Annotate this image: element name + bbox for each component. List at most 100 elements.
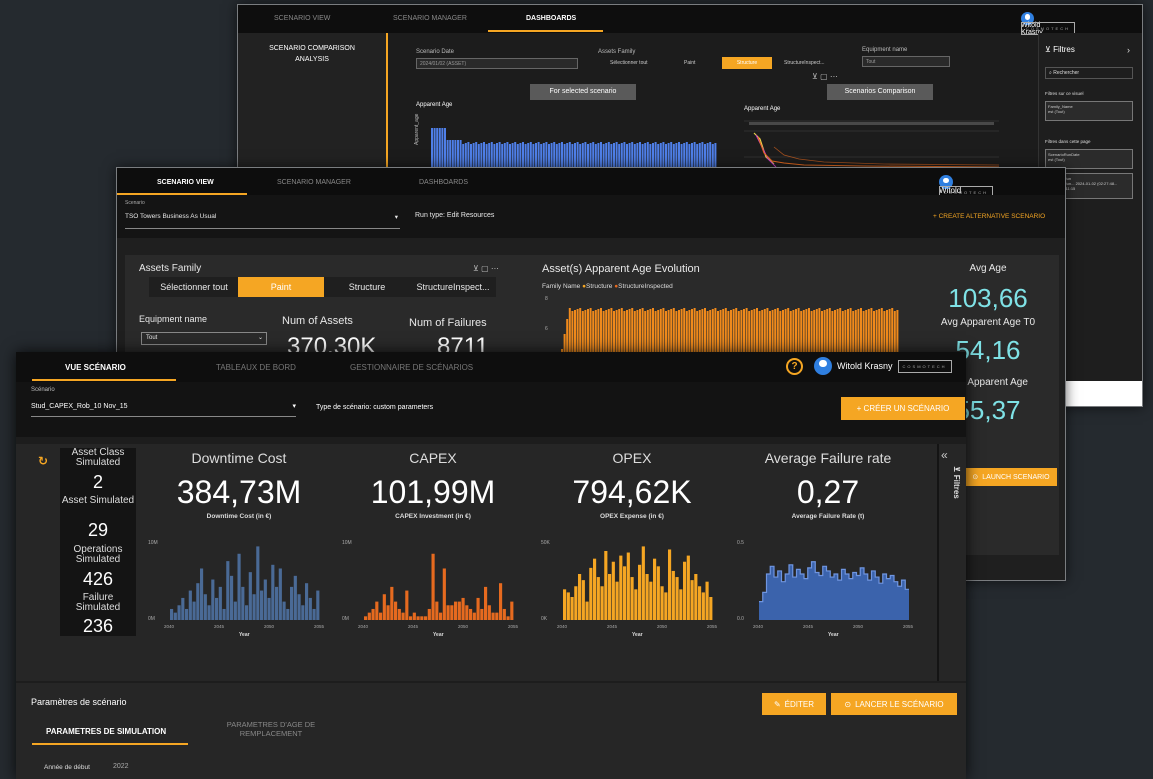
bar (260, 590, 264, 620)
family-option-paint[interactable]: Paint (678, 57, 702, 69)
bar (558, 143, 561, 170)
launch-scenario-button[interactable]: ⊙ LANCER LE SCÉNARIO (831, 693, 957, 715)
bar (293, 575, 297, 620)
kpi-chart: 10M 0M 2040 2045 2050 2055 Year (148, 540, 325, 638)
bar (196, 583, 200, 620)
edit-button[interactable]: ✎ ÉDITER (762, 693, 826, 715)
equipment-dropdown[interactable]: Tout (862, 56, 950, 67)
tab-replacement-age-params[interactable]: PARAMETRES D'AGE DE REMPLACEMENT (216, 720, 326, 738)
filtres-toggle[interactable]: ⊻ Filtres (952, 466, 961, 499)
bar (483, 142, 485, 170)
tab-scenario-manager[interactable]: SCENARIO MANAGER (277, 179, 351, 186)
bar (438, 128, 441, 170)
launch-scenario-button[interactable]: ⊙ LAUNCH SCENARIO (965, 468, 1057, 486)
filter-card-family[interactable]: Family_Name est (Tout) (1045, 101, 1133, 121)
tab-simulation-params[interactable]: PARAMETRES DE SIMULATION (46, 727, 166, 736)
bar (630, 577, 634, 620)
legend-item-structure: Structure (586, 283, 613, 290)
edit-label: ÉDITER (784, 699, 815, 709)
bar (177, 605, 181, 620)
dashboard-item-comparison[interactable]: SCENARIO COMPARISON ANALYSIS (238, 43, 386, 65)
bar (709, 597, 713, 620)
kpi-value: 0,27 (796, 474, 860, 510)
tab-scenario-view[interactable]: SCENARIO VIEW (274, 15, 330, 22)
create-scenario-button[interactable]: + CRÉER UN SCÉNARIO (841, 397, 965, 420)
tab-dashboards[interactable]: DASHBOARDS (419, 179, 468, 186)
collapse-chevron-icon[interactable]: › (1127, 45, 1130, 55)
equipment-dropdown[interactable]: Tout ⌄ (141, 332, 267, 345)
tab-vue-scenario[interactable]: VUE SCÉNARIO (65, 363, 126, 372)
help-icon[interactable]: ? (786, 357, 803, 375)
bar (237, 553, 241, 620)
bar (645, 574, 649, 620)
family-option-structure-inspected[interactable]: StructureInspect... (778, 57, 831, 69)
bar (502, 608, 506, 620)
bar (653, 558, 657, 620)
refresh-icon[interactable]: ↻ (38, 454, 48, 468)
x-axis-label: Year (828, 632, 839, 638)
bar (604, 551, 608, 620)
chart-legend: Family Name ●Structure ●StructureInspect… (542, 283, 673, 290)
bar (607, 142, 610, 170)
y-tick-top: 0.5 (737, 540, 744, 546)
tab-tableaux-de-bord[interactable]: TABLEAUX DE BORD (216, 363, 296, 372)
scenario-date-dropdown[interactable]: 2024/01/02 (ASSET) (416, 58, 578, 69)
play-icon: ⊙ (972, 474, 979, 481)
bar (641, 546, 645, 620)
bar (596, 577, 600, 620)
bar (566, 143, 569, 170)
scenario-label: Scenario (125, 200, 145, 206)
scenario-type: Type de scénario: custom parameters (316, 404, 434, 411)
x-tick: 2050 (264, 624, 275, 629)
family-option-structure[interactable]: Structure (722, 57, 772, 69)
user-name[interactable]: Witold Krasny (837, 361, 893, 371)
x-tick: 2040 (358, 624, 369, 629)
bar (550, 143, 553, 170)
visual-options-icon[interactable]: ⊻ ▢ ⋯ (473, 264, 499, 273)
bar (600, 586, 604, 620)
apparent-age-title-2: Apparent Age (744, 106, 781, 112)
avatar[interactable] (814, 357, 832, 375)
for-selected-scenario-button[interactable]: For selected scenario (530, 84, 636, 100)
tab-dashboards[interactable]: DASHBOARDS (526, 15, 576, 22)
filter-icon[interactable]: ⊻ ▢ ⋯ (812, 72, 838, 81)
scenarios-comparison-button[interactable]: Scenarios Comparison (827, 84, 933, 100)
family-option-all[interactable]: Sélectionner tout (149, 277, 239, 297)
bar (200, 568, 204, 620)
bar (263, 579, 267, 620)
bar (545, 142, 548, 170)
bar (667, 143, 670, 170)
filter-card-rundate[interactable]: ScenarioRunDate est (Tout) (1045, 149, 1133, 169)
bar (230, 575, 234, 620)
bar (427, 608, 431, 620)
bar (450, 605, 454, 620)
bar (472, 612, 476, 620)
scenario-select[interactable]: Stud_CAPEX_Rob_10 Nov_15 ▾ (31, 397, 296, 417)
family-option-structure[interactable]: Structure (324, 277, 410, 297)
num-assets-label: Num of Assets (282, 315, 353, 327)
bar (675, 577, 679, 620)
bar (656, 566, 660, 620)
collapse-icon[interactable]: « (941, 448, 948, 462)
bar (282, 601, 286, 620)
bar (267, 597, 271, 620)
tab-scenario-view[interactable]: SCENARIO VIEW (157, 179, 214, 186)
bar (412, 612, 416, 620)
tab-gestionnaire[interactable]: GESTIONNAIRE DE SCÉNARIOS (350, 363, 473, 372)
simulation-stats: Asset Class Simulated 2 Asset Simulated … (60, 448, 136, 636)
bar (397, 608, 401, 620)
bar (364, 616, 368, 620)
apparent-age-y-label: Apparent_age (414, 113, 420, 145)
bar (170, 608, 174, 620)
scenario-select[interactable]: TSO Towers Business As Usual ▾ (125, 209, 400, 229)
tab-scenario-manager[interactable]: SCENARIO MANAGER (393, 15, 467, 22)
create-alternative-button[interactable]: + CREATE ALTERNATIVE SCENARIO (933, 213, 1045, 220)
bar (490, 142, 493, 170)
filter-search-input[interactable]: ⌕ Rechercher (1045, 67, 1133, 79)
bar (678, 142, 680, 170)
family-option-all[interactable]: Sélectionner tout (604, 57, 654, 69)
family-option-structure-inspected[interactable]: StructureInspect... (410, 277, 496, 297)
bar (461, 597, 465, 620)
bar (211, 579, 215, 620)
family-option-paint[interactable]: Paint (238, 277, 324, 297)
